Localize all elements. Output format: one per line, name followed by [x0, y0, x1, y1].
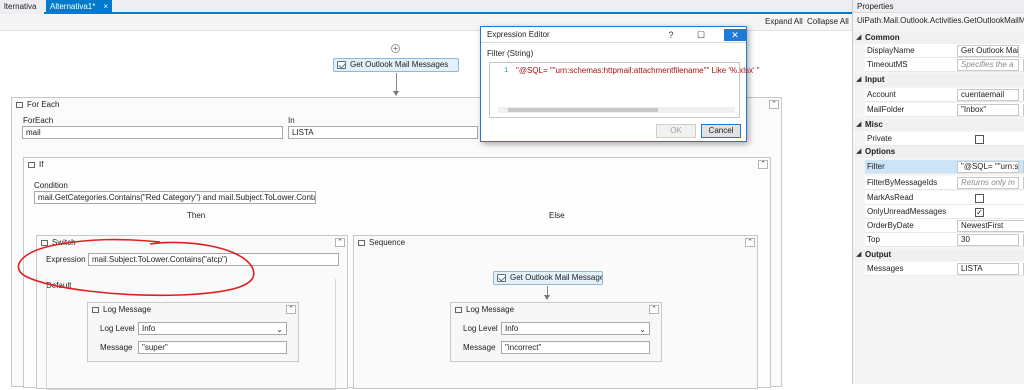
collapse-triangle-icon: ◢: [856, 251, 862, 258]
dialog-title: Expression Editor: [487, 30, 550, 39]
prop-value-input[interactable]: "@SQL= ""urn:sch: [957, 161, 1019, 173]
prop-row-filterbymessageids[interactable]: FilterByMessageIdsReturns only m...: [865, 176, 1024, 190]
category-misc[interactable]: ◢ Misc: [853, 119, 1024, 131]
prop-row-top[interactable]: Top30...: [865, 233, 1024, 247]
collapse-triangle-icon: ◢: [856, 76, 862, 83]
close-tab-icon[interactable]: ×: [103, 0, 108, 14]
prop-row-account[interactable]: Accountcuentaemail...: [865, 88, 1024, 102]
expression-editor-dialog[interactable]: Expression Editor ? ☐ ✕ Filter (String) …: [480, 26, 760, 142]
prop-value-input[interactable]: 30: [957, 234, 1019, 246]
ok-button[interactable]: OK: [656, 124, 696, 138]
prop-name: Account: [867, 90, 896, 99]
collapse-triangle-icon: ◢: [856, 34, 862, 41]
prop-row-filter[interactable]: Filter"@SQL= ""urn:sch...: [865, 160, 1024, 174]
scrollbar-thumb[interactable]: [508, 108, 658, 112]
prop-name: OnlyUnreadMessages: [867, 207, 947, 216]
prop-name: MailFolder: [867, 105, 905, 114]
prop-value-input[interactable]: cuentaemail: [957, 89, 1019, 101]
prop-name: Filter: [867, 162, 885, 171]
prop-row-timeoutms[interactable]: TimeoutMSSpecifies the a...: [865, 58, 1024, 72]
document-tab-strip: lternativa Alternativa1* ×: [0, 0, 852, 14]
prop-name: MarkAsRead: [867, 193, 914, 202]
prop-name: Messages: [867, 264, 904, 273]
prop-value-input[interactable]: Returns only m: [957, 177, 1019, 189]
tab-alternativa[interactable]: lternativa: [0, 0, 44, 14]
tab-label: Alternativa1*: [50, 2, 96, 11]
prop-row-markasread[interactable]: MarkAsRead: [865, 191, 1024, 205]
category-label: Output: [865, 250, 892, 259]
prop-name: Top: [867, 235, 880, 244]
category-output[interactable]: ◢ Output: [853, 249, 1024, 261]
tab-label: lternativa: [4, 2, 37, 11]
category-common[interactable]: ◢ Common: [853, 32, 1024, 44]
prop-value-input[interactable]: Get Outlook Mail Messages: [957, 45, 1019, 57]
category-label: Options: [865, 147, 896, 156]
category-label: Misc: [865, 120, 883, 129]
annotation-stroke: [17, 238, 255, 297]
expand-all-button[interactable]: Expand All: [765, 17, 803, 26]
properties-activity-type: UiPath.Mail.Outlook.Activities.GetOutloo…: [857, 16, 1024, 25]
prop-value-input[interactable]: Specifies the a: [957, 59, 1019, 71]
prop-row-private[interactable]: Private: [865, 132, 1024, 146]
prop-row-messages[interactable]: MessagesLISTA...: [865, 262, 1024, 276]
prop-name: FilterByMessageIds: [867, 178, 938, 187]
properties-panel: Properties UiPath.Mail.Outlook.Activitie…: [852, 0, 1024, 384]
collapse-triangle-icon: ◢: [856, 148, 862, 155]
prop-row-onlyunreadmessages[interactable]: OnlyUnreadMessages ✓: [865, 205, 1024, 219]
help-button[interactable]: ?: [664, 29, 678, 41]
markasread-checkbox[interactable]: [975, 194, 984, 203]
dialog-titlebar[interactable]: Expression Editor ? ☐ ✕: [481, 27, 746, 43]
close-dialog-button[interactable]: ✕: [724, 29, 746, 41]
prop-name: TimeoutMS: [867, 60, 908, 69]
prop-name: OrderByDate: [867, 221, 914, 230]
line-number: 1: [504, 67, 509, 75]
cancel-button[interactable]: Cancel: [701, 124, 741, 138]
filter-type-label: Filter (String): [487, 49, 534, 58]
orderbydate-select[interactable]: NewestFirst: [957, 220, 1024, 232]
category-label: Input: [865, 75, 885, 84]
collapse-all-button[interactable]: Collapse All: [807, 17, 849, 26]
private-checkbox[interactable]: [975, 135, 984, 144]
collapse-triangle-icon: ◢: [856, 121, 862, 128]
properties-title: Properties: [853, 0, 1024, 13]
expression-code-editor[interactable]: 1 "@SQL= ""urn:schemas:httpmail:attachme…: [489, 62, 760, 118]
tab-alternativa1[interactable]: Alternativa1* ×: [46, 0, 112, 14]
category-input[interactable]: ◢ Input: [853, 74, 1024, 86]
expression-code-text[interactable]: "@SQL= ""urn:schemas:httpmail:attachment…: [516, 66, 760, 75]
horizontal-scrollbar[interactable]: [498, 107, 735, 113]
prop-name: DisplayName: [867, 46, 915, 55]
prop-name: Private: [867, 134, 892, 143]
onlyunread-checkbox[interactable]: ✓: [975, 208, 984, 217]
category-options[interactable]: ◢ Options: [853, 146, 1024, 158]
prop-row-mailfolder[interactable]: MailFolder"Inbox"...: [865, 103, 1024, 117]
category-label: Common: [865, 33, 900, 42]
prop-row-displayname[interactable]: DisplayName Get Outlook Mail Messages: [865, 44, 1024, 58]
prop-row-orderbydate[interactable]: OrderByDateNewestFirst⌄: [865, 219, 1024, 233]
prop-value-input[interactable]: LISTA: [957, 263, 1019, 275]
prop-value-input[interactable]: "Inbox": [957, 104, 1019, 116]
maximize-button[interactable]: ☐: [694, 29, 708, 41]
